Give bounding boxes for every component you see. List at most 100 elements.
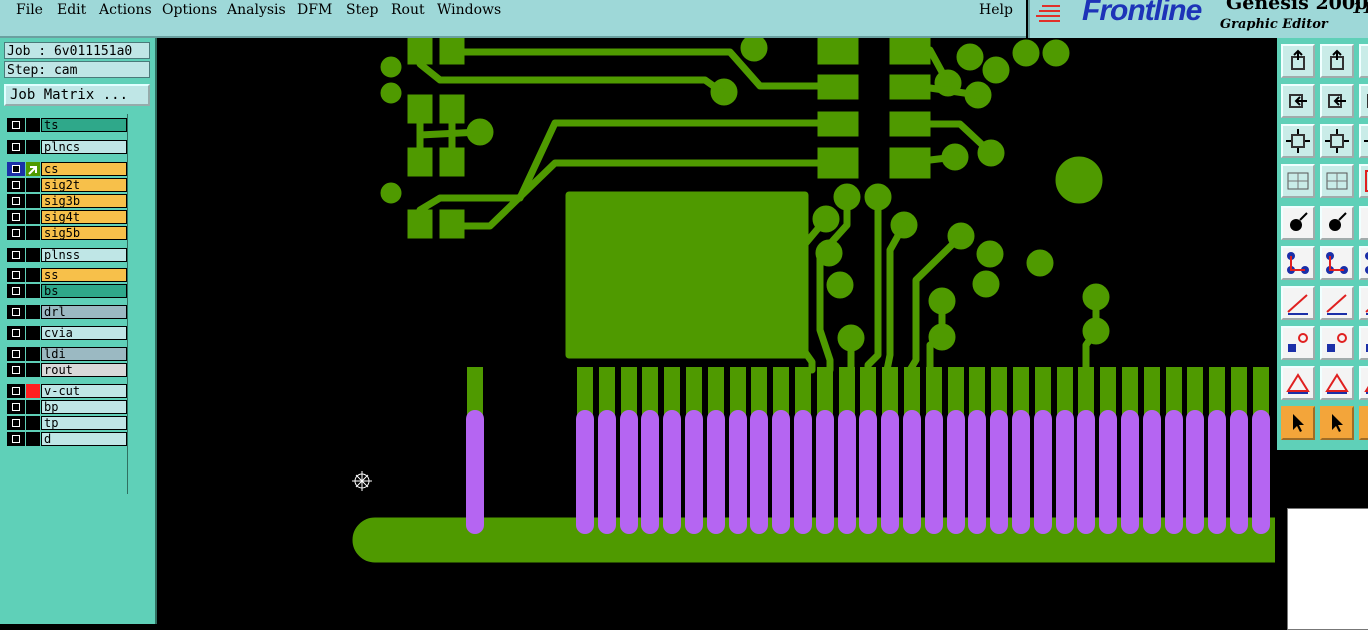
layer-row-d[interactable]: d <box>7 432 127 446</box>
menu-file[interactable]: File <box>16 2 43 18</box>
layer-name[interactable]: d <box>41 432 127 446</box>
layer-checkbox[interactable] <box>7 194 25 208</box>
layer-affected-indicator[interactable] <box>26 118 40 132</box>
zoom-red-button[interactable] <box>1359 164 1368 198</box>
layer-affected-indicator[interactable] <box>26 248 40 262</box>
layer-checkbox[interactable] <box>7 248 25 262</box>
layer-checkbox[interactable] <box>7 226 25 240</box>
layer-name[interactable]: sig5b <box>41 226 127 240</box>
layer-row-plnss[interactable]: plnss <box>7 248 127 262</box>
layer-checkbox[interactable] <box>7 416 25 430</box>
layer-checkbox[interactable] <box>7 140 25 154</box>
fit-2-button[interactable] <box>1359 84 1368 118</box>
layer-row-ss[interactable]: ss <box>7 268 127 282</box>
layer-row-rout[interactable]: rout <box>7 363 127 377</box>
layer-checkbox[interactable] <box>7 326 25 340</box>
layer-checkbox[interactable] <box>7 384 25 398</box>
layer-name[interactable]: sig2t <box>41 178 127 192</box>
layer-name[interactable]: cs <box>41 162 127 176</box>
layer-row-v-cut[interactable]: v-cut <box>7 384 127 398</box>
graphic-canvas[interactable] <box>157 38 1275 624</box>
layer-name[interactable]: cvia <box>41 326 127 340</box>
add-pad-button[interactable] <box>1281 206 1315 240</box>
layer-checkbox[interactable] <box>7 347 25 361</box>
job-matrix-button[interactable]: Job Matrix ... <box>4 84 150 106</box>
layer-affected-indicator[interactable] <box>26 326 40 340</box>
select-arrow-alt-button[interactable] <box>1320 406 1354 440</box>
layer-checkbox[interactable] <box>7 210 25 224</box>
draw-line-button[interactable] <box>1281 286 1315 320</box>
connect-nodes-button[interactable] <box>1281 246 1315 280</box>
layer-row-sig2t[interactable]: sig2t <box>7 178 127 192</box>
layer-row-sig5b[interactable]: sig5b <box>7 226 127 240</box>
add-via-button[interactable] <box>1281 326 1315 360</box>
layer-affected-indicator[interactable] <box>26 305 40 319</box>
layer-affected-indicator[interactable] <box>26 194 40 208</box>
select-arrow-button[interactable] <box>1281 406 1315 440</box>
menu-help[interactable]: Help <box>979 2 1013 18</box>
layer-row-tp[interactable]: tp <box>7 416 127 430</box>
layer-row-bs[interactable]: bs <box>7 284 127 298</box>
layer-affected-indicator[interactable] <box>26 210 40 224</box>
move-to-bottom-button[interactable] <box>1320 44 1354 78</box>
move-right-button[interactable] <box>1320 84 1354 118</box>
layer-row-ts[interactable]: ts <box>7 118 127 132</box>
edit-3-button[interactable] <box>1359 246 1368 280</box>
add-line-button[interactable] <box>1320 206 1354 240</box>
layer-row-ldi[interactable]: ldi <box>7 347 127 361</box>
layer-checkbox[interactable] <box>7 178 25 192</box>
edit-5-button[interactable] <box>1359 326 1368 360</box>
layer-name[interactable]: rout <box>41 363 127 377</box>
layer-name[interactable]: ts <box>41 118 127 132</box>
delete-button[interactable] <box>1320 246 1354 280</box>
layer-name[interactable]: bp <box>41 400 127 414</box>
layer-checkbox[interactable] <box>7 400 25 414</box>
split-line-button[interactable] <box>1320 326 1354 360</box>
layer-scrollbar[interactable] <box>127 114 155 494</box>
menu-options[interactable]: Options <box>162 2 217 18</box>
layer-name[interactable]: drl <box>41 305 127 319</box>
layer-affected-indicator[interactable] <box>26 268 40 282</box>
layer-name[interactable]: plnss <box>41 248 127 262</box>
layer-affected-indicator[interactable] <box>26 363 40 377</box>
layer-affected-indicator[interactable] <box>26 140 40 154</box>
layer-affected-indicator[interactable] <box>26 416 40 430</box>
layer-checkbox[interactable] <box>7 363 25 377</box>
layer-row-bp[interactable]: bp <box>7 400 127 414</box>
move-to-top-button[interactable] <box>1281 44 1315 78</box>
layer-row-plncs[interactable]: plncs <box>7 140 127 154</box>
add-3-button[interactable] <box>1359 206 1368 240</box>
layer-name[interactable]: ss <box>41 268 127 282</box>
menu-step[interactable]: Step <box>346 2 378 18</box>
overview-window[interactable] <box>1287 508 1368 630</box>
layer-affected-indicator[interactable] <box>26 178 40 192</box>
layer-name[interactable]: sig4t <box>41 210 127 224</box>
snap-tool-button[interactable] <box>1281 164 1315 198</box>
layer-name[interactable]: bs <box>41 284 127 298</box>
layer-affected-indicator[interactable] <box>26 284 40 298</box>
menu-dfm[interactable]: DFM <box>297 2 332 18</box>
edit-6-button[interactable] <box>1359 366 1368 400</box>
layer-checkbox[interactable] <box>7 305 25 319</box>
menu-analysis[interactable]: Analysis <box>227 2 286 18</box>
layer-name[interactable]: tp <box>41 416 127 430</box>
layer-affected-indicator[interactable] <box>26 432 40 446</box>
menu-windows[interactable]: Windows <box>437 2 501 18</box>
grid-button[interactable] <box>1320 164 1354 198</box>
layer-affected-indicator[interactable] <box>26 226 40 240</box>
slant-line-button[interactable] <box>1320 286 1354 320</box>
menu-edit[interactable]: Edit <box>57 2 86 18</box>
layer-name[interactable]: ldi <box>41 347 127 361</box>
layer-checkbox[interactable] <box>7 432 25 446</box>
fit-1-button[interactable] <box>1359 44 1368 78</box>
pan-center-button[interactable] <box>1320 124 1354 158</box>
layer-affected-indicator[interactable] <box>26 162 40 176</box>
layer-checkbox[interactable] <box>7 268 25 282</box>
layer-checkbox[interactable] <box>7 284 25 298</box>
layer-affected-indicator[interactable] <box>26 347 40 361</box>
zoom-window-button[interactable] <box>1359 124 1368 158</box>
layer-affected-indicator[interactable] <box>26 400 40 414</box>
layer-checkbox[interactable] <box>7 118 25 132</box>
layer-row-cvia[interactable]: cvia <box>7 326 127 340</box>
layer-name[interactable]: sig3b <box>41 194 127 208</box>
